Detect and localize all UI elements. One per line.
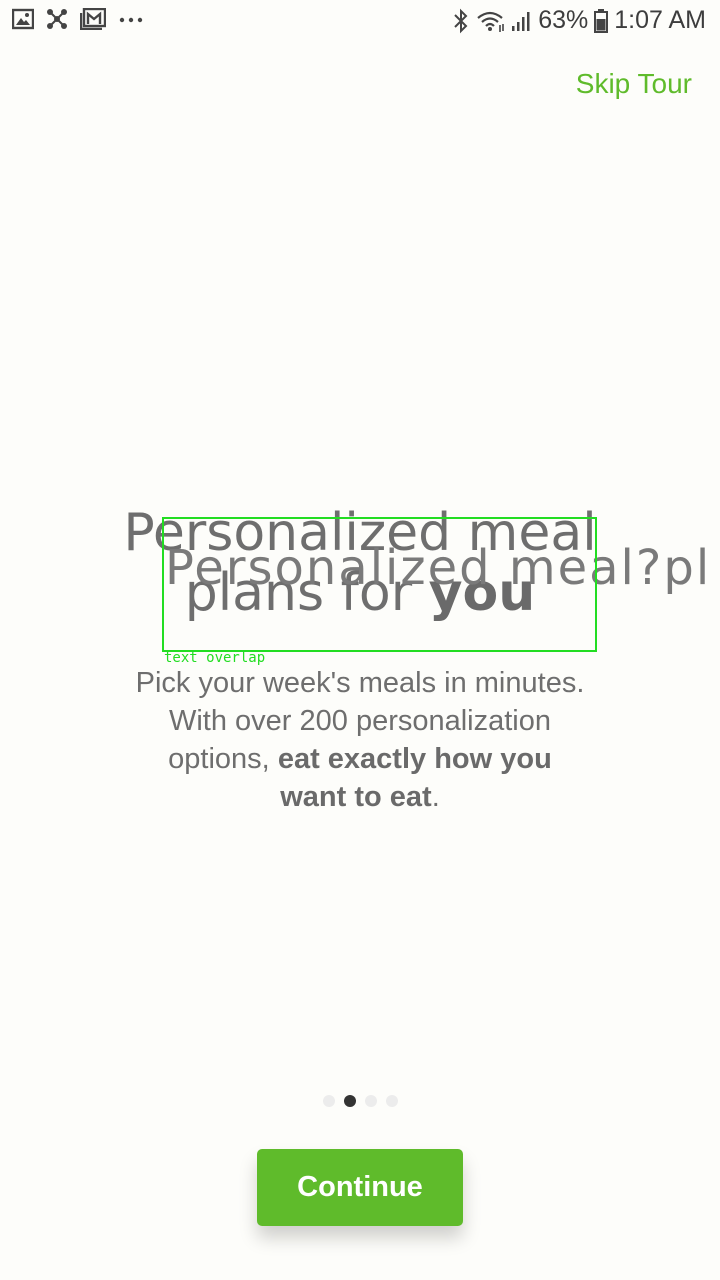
gallery-icon bbox=[12, 8, 34, 30]
signal-icon bbox=[510, 10, 532, 32]
bluetooth-icon bbox=[452, 8, 470, 34]
gmail-icon bbox=[80, 8, 106, 30]
system-status: 63% 1:07 AM bbox=[452, 6, 706, 35]
description-period: . bbox=[431, 781, 440, 813]
network-icon bbox=[46, 8, 68, 30]
page-dot bbox=[343, 1095, 356, 1107]
wifi-icon bbox=[476, 9, 505, 33]
description-line-4: want to eat. bbox=[90, 778, 630, 816]
onboarding-screen: 63% 1:07 AM Skip Tour Personalized meal … bbox=[0, 0, 720, 1280]
page-indicator bbox=[0, 1095, 720, 1107]
clock: 1:07 AM bbox=[614, 6, 706, 34]
status-bar: 63% 1:07 AM bbox=[0, 0, 720, 44]
description-line-1: Pick your week's meals in minutes. bbox=[135, 667, 585, 699]
slide-description: Pick your week's meals in minutes. With … bbox=[90, 664, 630, 816]
page-dot bbox=[385, 1095, 398, 1107]
notification-icons bbox=[12, 8, 144, 30]
page-dot bbox=[364, 1095, 377, 1107]
continue-button[interactable]: Continue bbox=[257, 1149, 463, 1226]
skip-tour-button[interactable]: Skip Tour bbox=[576, 68, 692, 100]
text-overlap-box bbox=[162, 517, 597, 652]
description-emphasis: eat exactly how you bbox=[277, 743, 552, 775]
page-dot bbox=[322, 1095, 335, 1107]
battery-icon bbox=[594, 8, 609, 33]
description-emphasis-end: want to eat bbox=[280, 781, 432, 813]
description-line-3: options, eat exactly how you bbox=[90, 740, 630, 778]
battery-percent: 63% bbox=[538, 6, 589, 34]
description-plain-text: options, bbox=[168, 743, 278, 775]
more-icon bbox=[118, 8, 144, 30]
description-line-2: With over 200 personalization bbox=[168, 705, 552, 737]
